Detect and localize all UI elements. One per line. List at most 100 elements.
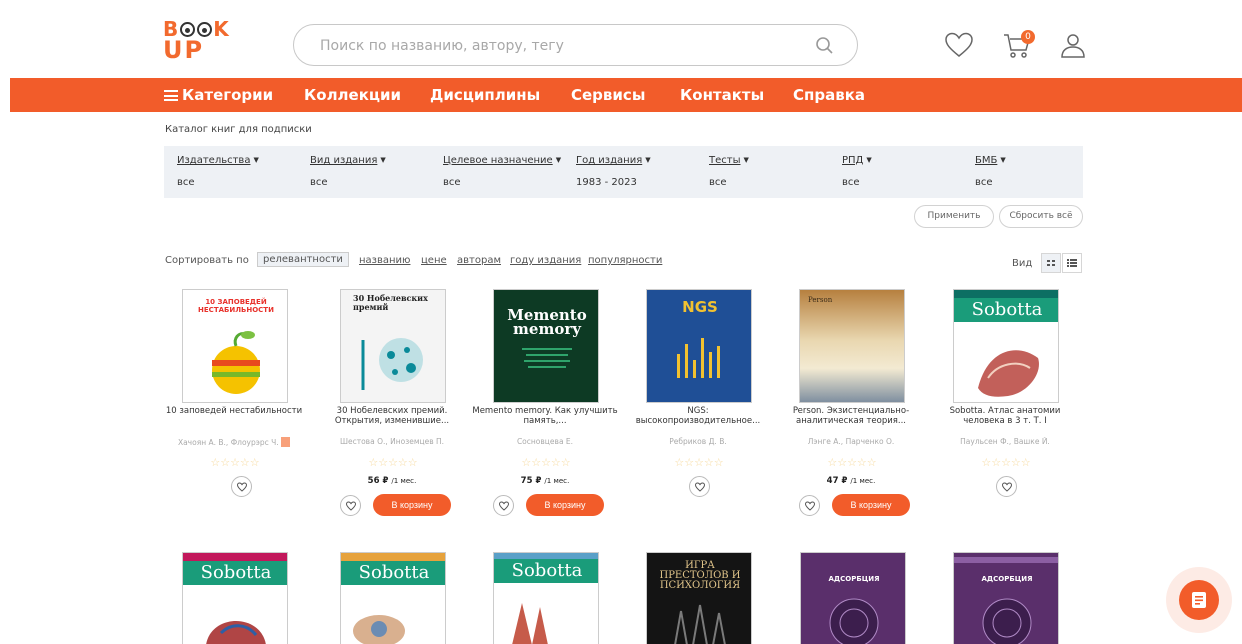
apply-filters-button[interactable]: Применить bbox=[914, 205, 994, 228]
filter-label[interactable]: Год издания ▼ bbox=[576, 155, 651, 166]
grid-view-button[interactable] bbox=[1041, 253, 1061, 273]
rating-stars[interactable]: ☆☆☆☆☆ bbox=[973, 456, 1039, 469]
nav-contacts[interactable]: Контакты bbox=[680, 85, 764, 105]
logo[interactable]: BK UP bbox=[163, 19, 231, 63]
search-box[interactable] bbox=[293, 24, 858, 66]
book-title[interactable]: Memento memory. Как улучшить память,... bbox=[471, 406, 619, 426]
book-author: Шестова О., Иноземцев П. bbox=[339, 437, 445, 446]
filter-value: все bbox=[310, 177, 328, 188]
caret-down-icon: ▼ bbox=[866, 156, 872, 164]
book-cover[interactable]: Sobotta bbox=[340, 552, 446, 644]
add-to-cart-button[interactable]: В корзину bbox=[526, 494, 604, 516]
heart-icon bbox=[695, 482, 705, 492]
book-cover[interactable]: 30 Нобелевских премий bbox=[340, 289, 446, 403]
cover-title: АДСОРБЦИЯ bbox=[828, 575, 880, 583]
filter-rpd[interactable]: РПД ▼ все bbox=[829, 146, 957, 198]
main-nav: Категории Коллекции Дисциплины Сервисы К… bbox=[10, 78, 1242, 112]
book-price: 47 ₽ /1 мес. bbox=[826, 476, 876, 486]
cover-lines-decoration bbox=[522, 348, 572, 368]
logo-bottom: UP bbox=[163, 36, 205, 64]
book-author: Хачоян А. В., Флоурэрс Ч. bbox=[160, 437, 308, 447]
book-title[interactable]: 30 Нобелевских премий. Открытия, изменив… bbox=[318, 406, 466, 426]
filter-label[interactable]: Целевое назначение ▼ bbox=[443, 155, 561, 166]
caret-down-icon: ▼ bbox=[555, 156, 562, 164]
favorite-button[interactable] bbox=[689, 476, 710, 497]
book-cover[interactable]: 10 ЗАПОВЕДЕЙ НЕСТАБИЛЬНОСТИ bbox=[182, 289, 288, 403]
heart-icon bbox=[237, 482, 247, 492]
anatomy-illustration bbox=[206, 621, 266, 644]
filter-label[interactable]: РПД ▼ bbox=[842, 155, 872, 166]
sort-label: Сортировать по bbox=[165, 255, 249, 266]
book-cover[interactable]: Sobotta bbox=[182, 552, 288, 644]
book-title[interactable]: Sobotta. Атлас анатомии человека в 3 т. … bbox=[931, 406, 1079, 426]
cover-title: АДСОРБЦИЯ bbox=[981, 575, 1033, 583]
search-input[interactable] bbox=[320, 35, 790, 57]
heart-icon bbox=[499, 501, 509, 511]
nav-help[interactable]: Справка bbox=[793, 85, 865, 105]
caret-down-icon: ▼ bbox=[743, 156, 749, 164]
user-profile-icon[interactable] bbox=[1058, 30, 1088, 60]
reset-filters-button[interactable]: Сбросить всё bbox=[999, 205, 1083, 228]
favorites-heart-icon[interactable] bbox=[944, 30, 974, 60]
caret-down-icon: ▼ bbox=[1000, 156, 1006, 164]
book-title[interactable]: Person. Экзистенциально-аналитическая те… bbox=[777, 406, 925, 426]
filter-bmb[interactable]: БМБ ▼ все bbox=[962, 146, 1090, 198]
chat-button-inner[interactable] bbox=[1179, 580, 1219, 620]
book-title[interactable]: 10 заповедей нестабильности bbox=[160, 406, 308, 426]
book-price: 75 ₽ /1 мес. bbox=[520, 476, 570, 486]
favorite-button[interactable] bbox=[996, 476, 1017, 497]
nav-categories[interactable]: Категории bbox=[164, 85, 273, 105]
rating-stars[interactable]: ☆☆☆☆☆ bbox=[513, 456, 579, 469]
filter-tests[interactable]: Тесты ▼ все bbox=[696, 146, 824, 198]
filter-label[interactable]: Издательства ▼ bbox=[177, 155, 259, 166]
book-cover[interactable]: Memento memory bbox=[493, 289, 599, 403]
sort-title[interactable]: названию bbox=[359, 255, 410, 266]
book-cover[interactable]: Sobotta bbox=[493, 552, 599, 644]
filter-publishers[interactable]: Издательства ▼ все bbox=[164, 146, 292, 198]
rating-stars[interactable]: ☆☆☆☆☆ bbox=[202, 456, 268, 469]
cover-title: 30 Нобелевских премий bbox=[353, 293, 428, 312]
sort-price[interactable]: цене bbox=[421, 255, 447, 266]
nav-categories-label: Категории bbox=[182, 86, 274, 104]
sort-popularity[interactable]: популярности bbox=[588, 255, 662, 266]
nav-collections[interactable]: Коллекции bbox=[304, 85, 401, 105]
add-to-cart-button[interactable]: В корзину bbox=[373, 494, 451, 516]
nav-services[interactable]: Сервисы bbox=[571, 85, 645, 105]
search-icon[interactable] bbox=[815, 36, 835, 56]
sort-year[interactable]: году издания bbox=[510, 255, 581, 266]
rating-stars[interactable]: ☆☆☆☆☆ bbox=[666, 456, 732, 469]
book-author: Сосновцева Е. bbox=[516, 437, 574, 446]
filter-label[interactable]: Вид издания ▼ bbox=[310, 155, 386, 166]
nav-disciplines[interactable]: Дисциплины bbox=[430, 85, 540, 105]
favorite-button[interactable] bbox=[340, 495, 361, 516]
book-cover[interactable]: Sobotta bbox=[953, 289, 1059, 403]
book-cover[interactable]: АДСОРБЦИЯ bbox=[800, 552, 906, 644]
favorite-button[interactable] bbox=[799, 495, 820, 516]
chat-widget-button[interactable] bbox=[1166, 567, 1232, 633]
book-title[interactable]: NGS: высокопроизводительное... bbox=[624, 406, 772, 426]
rating-stars[interactable]: ☆☆☆☆☆ bbox=[819, 456, 885, 469]
sort-authors[interactable]: авторам bbox=[457, 255, 501, 266]
caret-down-icon: ▼ bbox=[380, 156, 386, 164]
book-cover[interactable]: Person bbox=[799, 289, 905, 403]
filter-label[interactable]: БМБ ▼ bbox=[975, 155, 1006, 166]
book-cover[interactable]: NGS bbox=[646, 289, 752, 403]
throne-illustration bbox=[674, 604, 726, 644]
cover-title: Sobotta bbox=[494, 559, 598, 583]
filter-edition-type[interactable]: Вид издания ▼ все bbox=[297, 146, 425, 198]
filter-year[interactable]: Год издания ▼ 1983 - 2023 bbox=[563, 146, 691, 198]
menu-burger-icon bbox=[164, 90, 178, 101]
add-to-cart-button[interactable]: В корзину bbox=[832, 494, 910, 516]
filter-value: все bbox=[842, 177, 860, 188]
filter-label[interactable]: Тесты ▼ bbox=[709, 155, 749, 166]
rating-stars[interactable]: ☆☆☆☆☆ bbox=[360, 456, 426, 469]
test-badge-icon bbox=[281, 437, 291, 447]
list-view-button[interactable] bbox=[1062, 253, 1082, 273]
favorite-button[interactable] bbox=[231, 476, 252, 497]
favorite-button[interactable] bbox=[493, 495, 514, 516]
sort-relevance[interactable]: релевантности bbox=[257, 252, 349, 267]
molecules-illustration bbox=[361, 338, 423, 390]
book-cover[interactable]: ИГРА ПРЕСТОЛОВ И ПСИХОЛОГИЯ bbox=[646, 552, 752, 644]
filter-purpose[interactable]: Целевое назначение ▼ все bbox=[430, 146, 561, 198]
book-cover[interactable]: АДСОРБЦИЯ bbox=[953, 552, 1059, 644]
